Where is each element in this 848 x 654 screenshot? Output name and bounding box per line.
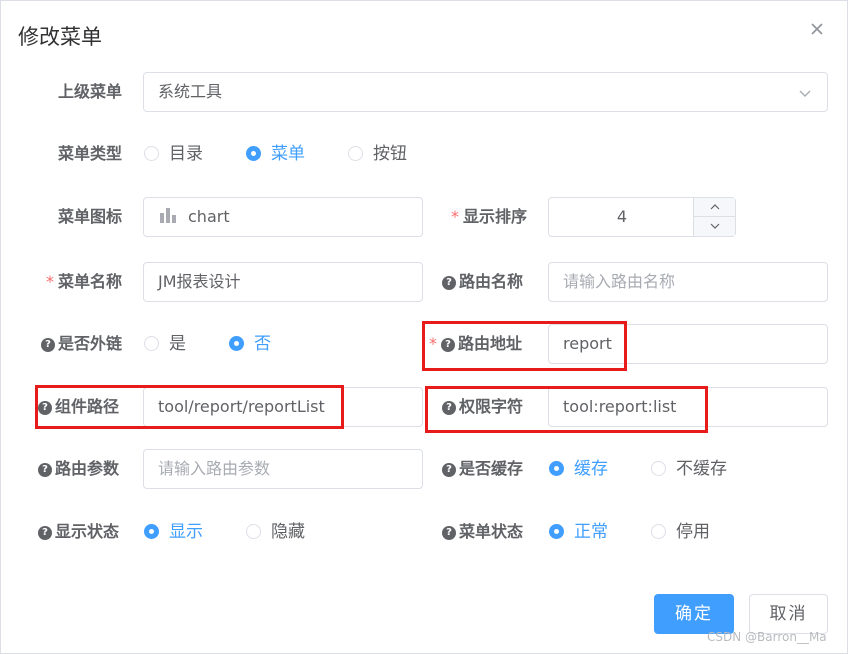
route-query-input[interactable]: 请输入路由参数 <box>143 449 423 489</box>
edit-menu-dialog: 修改菜单 上级菜单 系统工具 菜单类型 目录 菜单 按钮 菜单图标 chart … <box>0 0 848 654</box>
parent-menu-select[interactable]: 系统工具 <box>143 72 828 112</box>
is-frame-label: ? 是否外链 <box>41 324 122 364</box>
permission-highlight <box>425 386 708 433</box>
display-order-value[interactable]: 4 <box>549 198 695 236</box>
route-path-highlight <box>422 321 627 371</box>
cancel-button[interactable]: 取消 <box>749 594 828 634</box>
component-path-highlight <box>35 385 344 429</box>
dialog-title: 修改菜单 <box>18 25 102 49</box>
menu-type-label: 菜单类型 <box>58 144 123 163</box>
question-circle-icon: ? <box>442 463 456 477</box>
cache-no-radio[interactable]: 不缓存 <box>651 449 727 489</box>
question-circle-icon: ? <box>442 526 456 540</box>
visible-hide-radio[interactable]: 隐藏 <box>246 512 305 552</box>
status-normal-radio[interactable]: 正常 <box>549 512 608 552</box>
menu-type-button-radio[interactable]: 按钮 <box>348 134 407 174</box>
status-disabled-radio[interactable]: 停用 <box>651 512 710 552</box>
menu-status-label: ? 菜单状态 <box>442 512 523 552</box>
is-frame-yes-radio[interactable]: 是 <box>144 324 186 364</box>
parent-menu-value: 系统工具 <box>158 82 223 101</box>
menu-icon-input[interactable]: chart <box>143 197 423 237</box>
parent-menu-label: 上级菜单 <box>58 82 123 101</box>
question-circle-icon: ? <box>41 338 55 352</box>
route-query-label: ? 路由参数 <box>38 449 119 489</box>
menu-type-menu-radio[interactable]: 菜单 <box>246 134 305 174</box>
route-name-label: ? 路由名称 <box>442 262 523 302</box>
is-frame-no-radio[interactable]: 否 <box>229 324 271 364</box>
menu-icon-value: chart <box>188 207 230 226</box>
cache-label: ? 是否缓存 <box>442 449 523 489</box>
visible-show-radio[interactable]: 显示 <box>144 512 203 552</box>
menu-type-directory-radio[interactable]: 目录 <box>144 134 203 174</box>
visible-label: ? 显示状态 <box>38 512 119 552</box>
increase-icon[interactable] <box>694 198 735 217</box>
display-order-label: * 显示排序 <box>451 207 528 226</box>
menu-name-input[interactable]: JM报表设计 <box>143 262 423 302</box>
question-circle-icon: ? <box>38 463 52 477</box>
cache-yes-radio[interactable]: 缓存 <box>549 449 608 489</box>
chevron-down-icon <box>799 90 811 97</box>
close-icon[interactable] <box>807 19 827 39</box>
route-name-input[interactable]: 请输入路由名称 <box>548 262 828 302</box>
bar-chart-icon <box>160 208 176 223</box>
decrease-icon[interactable] <box>694 217 735 236</box>
question-circle-icon: ? <box>442 276 456 290</box>
menu-name-label: * 菜单名称 <box>46 272 123 291</box>
confirm-button[interactable]: 确定 <box>654 594 734 634</box>
watermark: CSDN @Barron__Ma <box>707 630 827 644</box>
display-order-stepper[interactable]: 4 <box>548 197 736 237</box>
question-circle-icon: ? <box>38 526 52 540</box>
menu-icon-label: 菜单图标 <box>58 207 123 226</box>
